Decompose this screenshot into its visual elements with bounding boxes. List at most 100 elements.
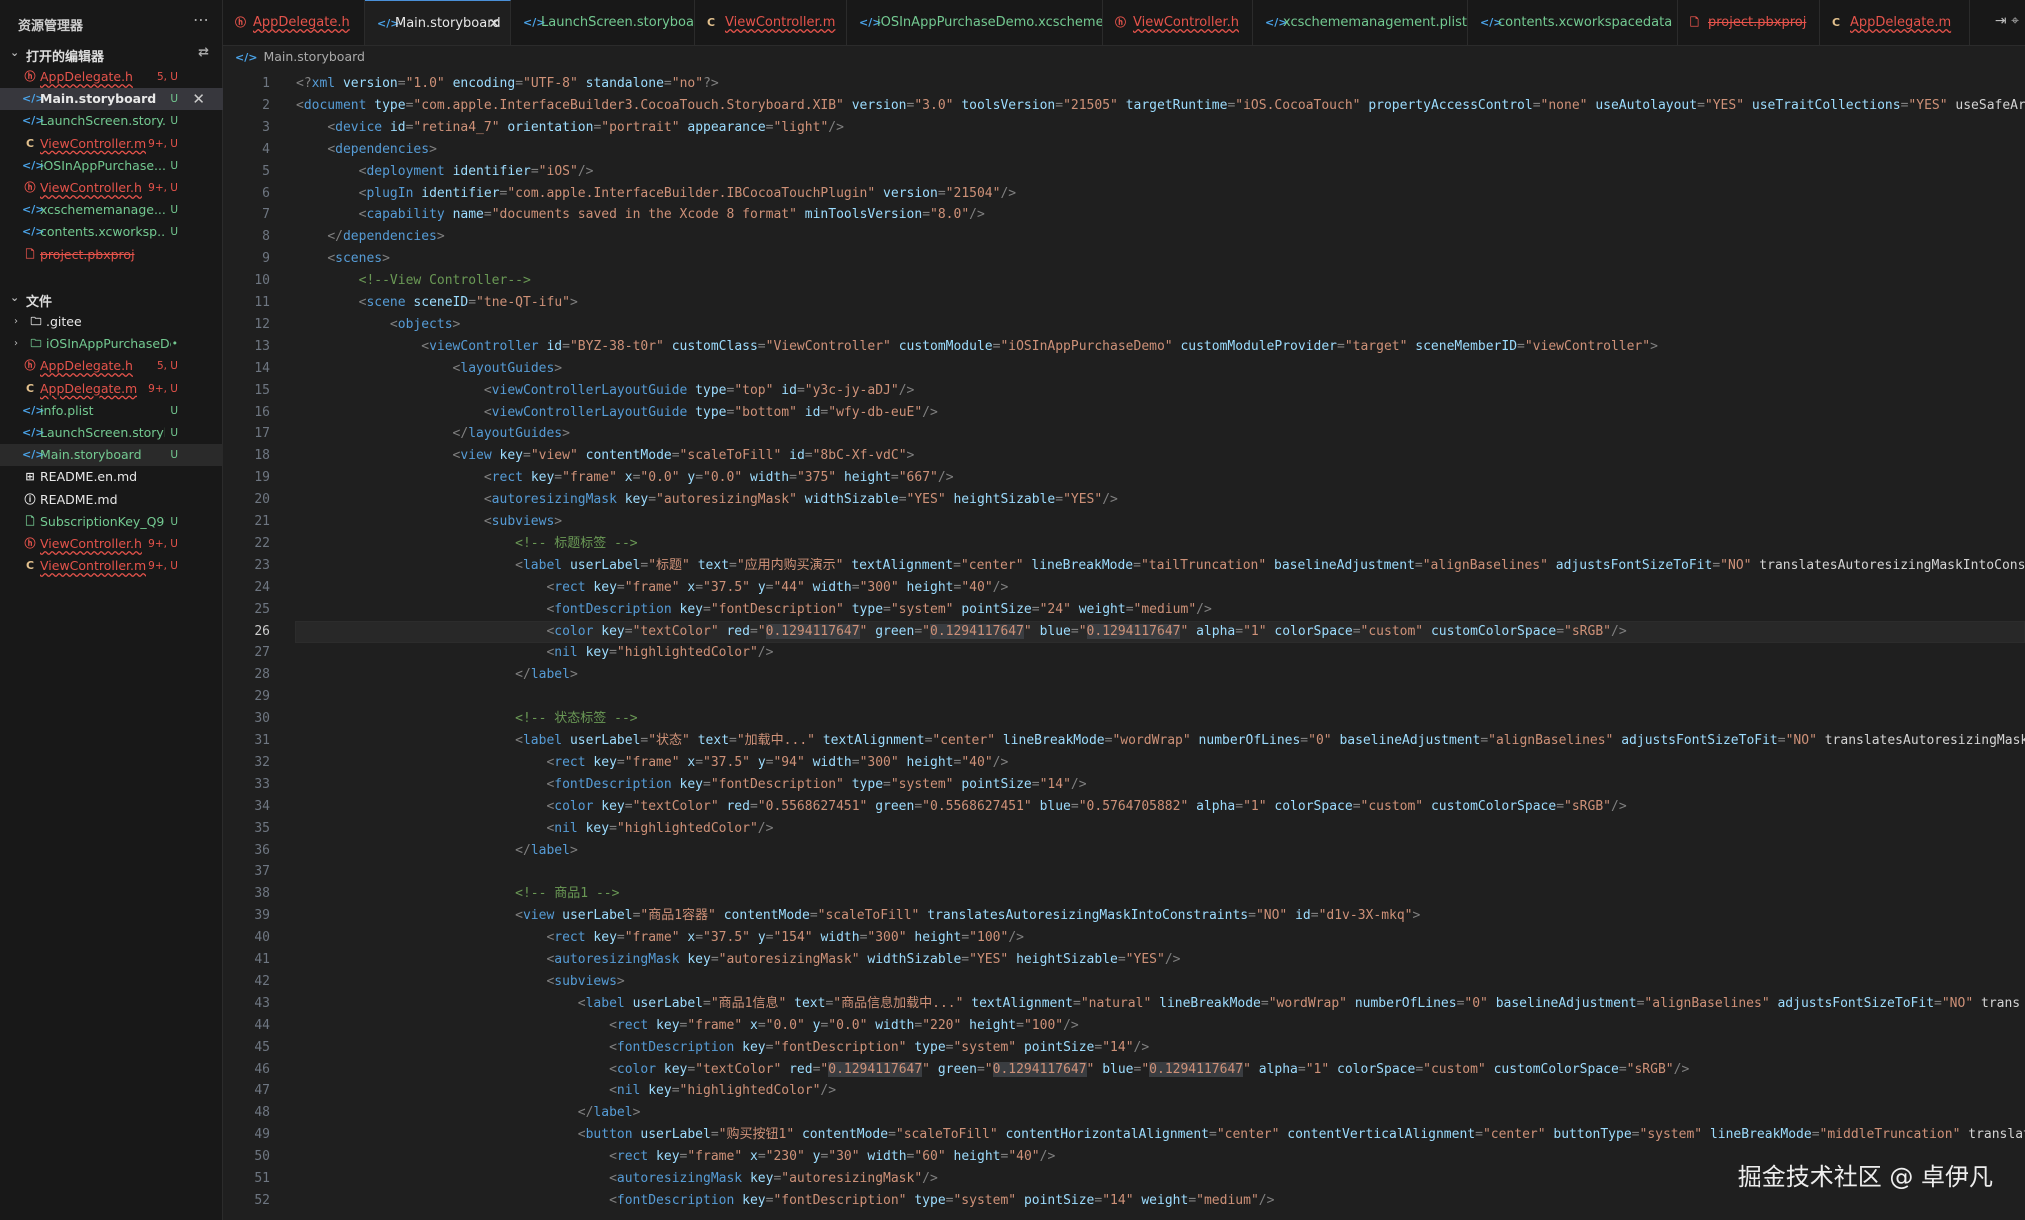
code-line[interactable]: <viewController id="BYZ-38-t0r" customCl… — [296, 336, 1658, 358]
file-item[interactable]: 🗋 SubscriptionKey_Q9W2... U — [0, 511, 223, 533]
code-line[interactable]: <layoutGuides> — [296, 358, 563, 380]
file-item[interactable]: ⓗ ViewController.h 9+, U — [0, 177, 223, 199]
code-line[interactable]: <subviews> — [296, 971, 624, 993]
file-name: AppDelegate.h — [40, 358, 133, 374]
code-line[interactable]: <autoresizingMask key="autoresizingMask"… — [296, 949, 1180, 971]
line-number: 2 — [262, 97, 270, 113]
editor-tab[interactable]: </> xcschememanagement.plist — [1253, 0, 1468, 45]
file-item[interactable]: ⊞ README.en.md — [0, 466, 223, 488]
editor-tab[interactable]: </> LaunchScreen.storyboard — [511, 0, 695, 45]
code-line[interactable]: </label> — [296, 1102, 641, 1124]
code-line[interactable]: <label userLabel="商品1信息" text="商品信息加载中..… — [296, 993, 2020, 1015]
code-line[interactable]: <color key="textColor" red="0.1294117647… — [296, 621, 1627, 643]
code-line[interactable]: <color key="textColor" red="0.5568627451… — [296, 796, 1626, 818]
file-item[interactable]: </> LaunchScreen.story... U — [0, 110, 223, 132]
code-line[interactable]: <deployment identifier="iOS"/> — [296, 161, 594, 183]
file-item[interactable]: C ViewController.m 9+, U — [0, 133, 223, 155]
code-line[interactable]: </dependencies> — [296, 226, 444, 248]
file-item[interactable]: </> Main.storyboard U — [0, 444, 223, 467]
code-line[interactable]: <rect key="frame" x="37.5" y="154" width… — [296, 927, 1024, 949]
code-line[interactable]: <fontDescription key="fontDescription" t… — [296, 1037, 1149, 1059]
code-line[interactable]: <view userLabel="商品1容器" contentMode="sca… — [296, 905, 1420, 927]
code-line[interactable]: <fontDescription key="fontDescription" t… — [296, 774, 1086, 796]
code-line[interactable]: <!-- 标题标签 --> — [296, 533, 637, 555]
open-editors-section-header[interactable]: ⌄ 打开的编辑器 ⇄ — [0, 44, 223, 66]
breadcrumb[interactable]: </> Main.storyboard — [235, 46, 365, 68]
files-label: 文件 — [26, 295, 53, 310]
editor-tab[interactable]: C AppDelegate.m — [1820, 0, 1970, 45]
file-item[interactable]: 🗋 project.pbxproj — [0, 244, 223, 266]
code-line[interactable]: <?xml version="1.0" encoding="UTF-8" sta… — [296, 73, 719, 95]
code-line[interactable]: <!--View Controller--> — [296, 270, 531, 292]
code-line[interactable]: <dependencies> — [296, 139, 437, 161]
code-line[interactable]: </label> — [296, 664, 578, 686]
code-line[interactable]: <rect key="frame" x="0.0" y="0.0" width=… — [296, 467, 954, 489]
code-line[interactable]: <label userLabel="状态" text="加载中..." text… — [296, 730, 2025, 752]
file-item[interactable]: </>LaunchScreen.storyboard U — [0, 422, 223, 444]
code-line[interactable]: <view key="view" contentMode="scaleToFil… — [296, 445, 915, 467]
code-line[interactable]: </label> — [296, 840, 578, 862]
file-item[interactable]: </> contents.xcworksp... U — [0, 221, 223, 243]
code-line[interactable]: <nil key="highlightedColor"/> — [296, 1080, 836, 1102]
tab-bar-actions-icon[interactable]: ⇥ ⌖ — [1995, 13, 2019, 29]
code-line[interactable]: <button userLabel="购买按钮1" contentMode="s… — [296, 1124, 2025, 1146]
code-line[interactable]: <viewControllerLayoutGuide type="top" id… — [296, 380, 915, 402]
code-line[interactable]: <fontDescription key="fontDescription" t… — [296, 1190, 1274, 1212]
code-line[interactable]: <label userLabel="标题" text="应用内购买演示" tex… — [296, 555, 2025, 577]
code-line[interactable]: <rect key="frame" x="0.0" y="0.0" width=… — [296, 1015, 1079, 1037]
editor-tab[interactable]: C ViewController.m — [695, 0, 847, 45]
code-line[interactable]: <plugIn identifier="com.apple.InterfaceB… — [296, 183, 1017, 205]
close-icon[interactable]: ✕ — [488, 1, 500, 45]
code-line[interactable]: <nil key="highlightedColor"/> — [296, 818, 773, 840]
code-line[interactable]: </layoutGuides> — [296, 423, 570, 445]
editor-tab[interactable]: </> iOSInAppPurchaseDemo.xcscheme — [847, 0, 1103, 45]
git-status-badge: U — [170, 427, 178, 439]
code-line[interactable]: <fontDescription key="fontDescription" t… — [296, 599, 1211, 621]
code-line[interactable]: <nil key="highlightedColor"/> — [296, 642, 773, 664]
file-item[interactable]: </> xcschememanage... U — [0, 199, 223, 221]
breadcrumb-file[interactable]: Main.storyboard — [263, 49, 365, 64]
code-line[interactable]: <scenes> — [296, 248, 390, 270]
files-section-header[interactable]: ⌄ 文件 — [0, 289, 223, 311]
code-line[interactable]: <!-- 状态标签 --> — [296, 708, 637, 730]
code-line[interactable]: <rect key="frame" x="37.5" y="94" width=… — [296, 752, 1008, 774]
editor-tab[interactable]: ⓗ ViewController.h — [1103, 0, 1253, 45]
code-line[interactable]: <!-- 商品1 --> — [296, 883, 619, 905]
code-line[interactable]: <document type="com.apple.InterfaceBuild… — [296, 95, 2025, 117]
file-item[interactable]: </> iOSInAppPurchase... U — [0, 155, 223, 177]
editor-tab[interactable]: ⓗ AppDelegate.h — [223, 0, 365, 45]
close-icon[interactable]: ✕ — [192, 88, 205, 110]
file-item[interactable]: </> Main.storyboard U ✕ — [0, 88, 223, 111]
editor-tab[interactable]: 🗋 project.pbxproj — [1678, 0, 1820, 45]
editor-tab[interactable]: </> Main.storyboard ✕ — [365, 0, 511, 45]
tab-label: ViewController.m — [725, 15, 836, 30]
code-line[interactable]: <autoresizingMask key="autoresizingMask"… — [296, 489, 1118, 511]
code-line[interactable]: <objects> — [296, 314, 460, 336]
code-line[interactable]: <rect key="frame" x="230" y="30" width="… — [296, 1146, 1055, 1168]
code-line[interactable]: <rect key="frame" x="37.5" y="44" width=… — [296, 577, 1008, 599]
file-item[interactable]: ⓗ ViewController.h 9+, U — [0, 533, 223, 555]
code-line[interactable]: <capability name="documents saved in the… — [296, 204, 985, 226]
toggle-layout-icon[interactable]: ⇄ — [198, 45, 209, 60]
xml-file-icon: </> — [235, 51, 258, 64]
editor-tab[interactable]: </> contents.xcworkspacedata — [1468, 0, 1678, 45]
code-line[interactable]: <subviews> — [296, 511, 562, 533]
file-item[interactable]: ⓘ README.md — [0, 489, 223, 511]
tab-label: ViewController.h — [1133, 15, 1239, 30]
code-editor[interactable]: 1 <?xml version="1.0" encoding="UTF-8" st… — [223, 68, 2025, 1220]
file-item[interactable]: › 🗀 .gitee — [0, 311, 223, 333]
code-line[interactable]: <scene sceneID="tne-QT-ifu"> — [296, 292, 578, 314]
line-number: 39 — [254, 908, 270, 924]
file-item[interactable]: </> info.plist U — [0, 400, 223, 422]
file-item[interactable]: ⓗ AppDelegate.h 5, U — [0, 66, 223, 88]
code-line[interactable]: <viewControllerLayoutGuide type="bottom"… — [296, 402, 938, 424]
file-item[interactable]: › 🗀 iOSInAppPurchaseDem...• — [0, 333, 223, 355]
more-actions-icon[interactable]: ⋯ — [193, 10, 209, 29]
file-item[interactable]: ⓗ AppDelegate.h 5, U — [0, 355, 223, 377]
file-name: iOSInAppPurchase... — [40, 157, 165, 173]
code-line[interactable]: <color key="textColor" red="0.1294117647… — [296, 1059, 1689, 1081]
code-line[interactable]: <autoresizingMask key="autoresizingMask"… — [296, 1168, 938, 1190]
code-line[interactable]: <device id="retina4_7" orientation="port… — [296, 117, 844, 139]
file-item[interactable]: C AppDelegate.m 9+, U — [0, 378, 223, 400]
file-item[interactable]: C ViewController.m 9+, U — [0, 555, 223, 577]
